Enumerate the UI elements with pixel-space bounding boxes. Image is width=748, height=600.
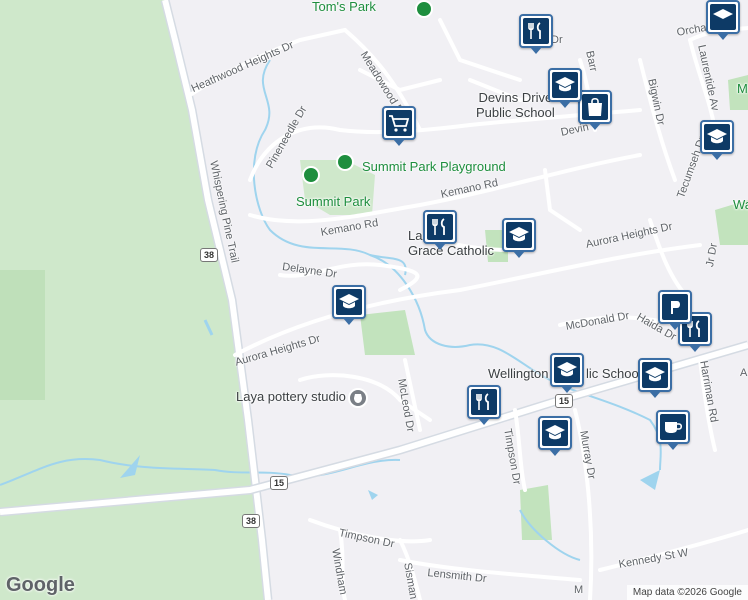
school-pin[interactable] — [550, 353, 584, 393]
fork-knife-icon — [471, 389, 497, 415]
school-icon — [642, 362, 668, 388]
edge-label: M — [574, 584, 584, 596]
restaurant-pin[interactable] — [467, 385, 501, 425]
tree-icon[interactable] — [336, 153, 354, 171]
school-icon — [554, 357, 580, 383]
shopping-bag-icon — [582, 94, 608, 120]
school-icon — [506, 222, 532, 248]
shopping-cart-icon — [386, 110, 412, 136]
parking-pin[interactable] — [658, 290, 692, 330]
school-pin[interactable] — [638, 358, 672, 398]
map-pin[interactable] — [706, 0, 740, 40]
school-icon — [336, 289, 362, 315]
green-patch — [0, 270, 45, 400]
place-label-devins-school[interactable]: Devins Drive Public School — [476, 90, 555, 120]
fork-knife-icon — [523, 18, 549, 44]
school-icon — [542, 420, 568, 446]
school-icon — [710, 4, 736, 30]
school-pin[interactable] — [700, 120, 734, 160]
place-label-wellington-2[interactable]: lic School — [586, 366, 642, 381]
coffee-icon — [660, 414, 686, 440]
highway-shield: 38 — [242, 514, 261, 528]
school-pin[interactable] — [548, 68, 582, 108]
park-area — [360, 310, 415, 355]
fork-knife-icon — [427, 214, 453, 240]
edge-label: A — [740, 367, 748, 379]
tree-icon[interactable] — [302, 166, 320, 184]
park-label-summit[interactable]: Summit Park — [296, 195, 370, 208]
shop-pin[interactable] — [578, 90, 612, 130]
park-label-summit-playground[interactable]: Summit Park Playground — [362, 160, 506, 173]
school-pin[interactable] — [332, 285, 366, 325]
edge-label: Wa — [733, 197, 748, 212]
highway-shield: 38 — [200, 248, 219, 262]
restaurant-pin[interactable] — [423, 210, 457, 250]
highway-shield: 15 — [270, 476, 289, 490]
edge-label: M — [737, 81, 748, 96]
grocery-pin[interactable] — [382, 106, 416, 146]
school-pin[interactable] — [538, 416, 572, 456]
cafe-pin[interactable] — [656, 410, 690, 450]
map-attribution[interactable]: Map data ©2026 Google — [626, 585, 748, 600]
parking-icon — [662, 294, 688, 320]
highway-shield: 15 — [555, 394, 574, 408]
place-label-wellington[interactable]: Wellington — [488, 366, 548, 381]
school-icon — [704, 124, 730, 150]
school-icon — [552, 72, 578, 98]
google-logo: Google — [6, 574, 75, 596]
map-canvas[interactable]: Tom's Park Summit Park Playground Summit… — [0, 0, 748, 600]
tree-icon[interactable] — [415, 0, 433, 18]
place-label-laya-pottery[interactable]: Laya pottery studio — [236, 390, 346, 403]
map-base — [0, 0, 748, 600]
restaurant-pin[interactable] — [519, 14, 553, 54]
park-label-toms[interactable]: Tom's Park — [312, 0, 376, 13]
school-pin[interactable] — [502, 218, 536, 258]
pottery-icon[interactable] — [348, 388, 368, 408]
